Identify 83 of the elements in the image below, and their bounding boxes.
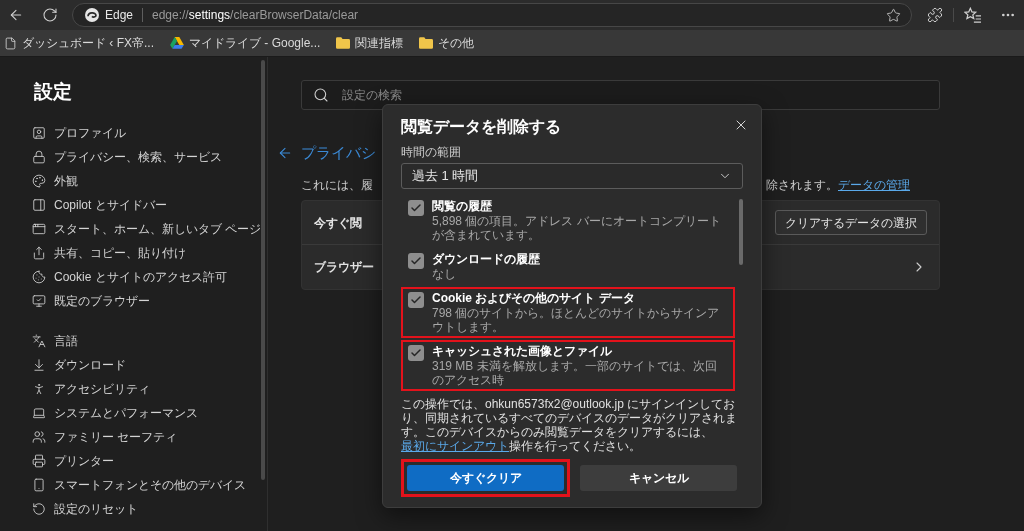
- check-icon: [410, 255, 422, 267]
- scrollbar-thumb[interactable]: [739, 199, 743, 265]
- check-icon: [410, 202, 422, 214]
- site-label: Edge: [104, 7, 133, 24]
- scrollbar-thumb[interactable]: [261, 60, 265, 480]
- download-icon: [32, 358, 46, 372]
- time-range-label: 時間の範囲: [401, 145, 461, 159]
- option-title: ダウンロードの履歴: [432, 252, 540, 267]
- sidebar-item[interactable]: 外観: [26, 169, 80, 193]
- check-icon: [410, 347, 422, 359]
- row-label: 今すぐ閲: [314, 214, 362, 232]
- row-label: ブラウザー: [314, 259, 374, 276]
- option-description: なし: [432, 267, 456, 281]
- manage-data-link[interactable]: データの管理: [838, 178, 910, 192]
- refresh-icon[interactable]: [42, 7, 58, 23]
- sidebar-item[interactable]: ダウンロード: [26, 353, 128, 377]
- share-icon: [32, 246, 46, 260]
- laptop-icon: [32, 406, 46, 420]
- sidebar-title: 設定: [34, 80, 72, 104]
- option-title: 閲覧の履歴: [432, 199, 492, 214]
- checkbox[interactable]: [408, 292, 424, 308]
- page-icon: [4, 36, 17, 50]
- monitor-check-icon: [32, 294, 46, 308]
- sidebar-item[interactable]: 共有、コピー、貼り付け: [26, 241, 188, 265]
- page-title: プライバシ: [301, 142, 376, 163]
- star-list-icon[interactable]: [964, 7, 983, 23]
- description-text: 除されます。データの管理: [766, 177, 910, 194]
- search-icon: [313, 87, 329, 103]
- option-description: 798 個のサイトから。ほとんどのサイトからサインアウトします。: [432, 306, 721, 334]
- person-icon: [32, 382, 46, 396]
- sidebar-item[interactable]: スマートフォンとその他のデバイス: [26, 473, 248, 497]
- star-icon[interactable]: [886, 7, 902, 23]
- puzzle-icon[interactable]: [927, 7, 944, 23]
- sidebar-item[interactable]: ファミリー セーフティ: [26, 425, 180, 449]
- back-arrow-icon[interactable]: [277, 145, 293, 161]
- option-title: キャッシュされた画像とファイル: [432, 344, 612, 359]
- user-square-icon: [32, 126, 46, 140]
- sidebar-item[interactable]: Cookie とサイトのアクセス許可: [26, 265, 229, 289]
- cancel-button[interactable]: キャンセル: [580, 465, 737, 491]
- dialog-title: 閲覧データを削除する: [401, 117, 561, 137]
- option-title: Cookie およびその他のサイト データ: [432, 291, 635, 306]
- check-icon: [410, 294, 422, 306]
- sidebar-item[interactable]: スタート、ホーム、新しいタブ ページ: [26, 217, 264, 241]
- people-icon: [32, 430, 46, 444]
- sidebar-item[interactable]: Copilot とサイドバー: [26, 193, 169, 217]
- sign-out-link[interactable]: 最初にサインアウト: [401, 439, 509, 453]
- sidebar-item[interactable]: プライバシー、検索、サービス: [26, 145, 224, 169]
- sidebar-item[interactable]: 設定のリセット: [26, 497, 140, 521]
- languages-icon: [32, 334, 46, 348]
- sidebar-item[interactable]: プロファイル: [26, 121, 128, 145]
- address-bar[interactable]: Edge edge://settings/clearBrowserData/clear: [71, 3, 913, 27]
- sidebar-item[interactable]: 既定のブラウザー: [26, 289, 152, 313]
- checkbox[interactable]: [408, 253, 424, 269]
- bookmark-item[interactable]: その他: [419, 34, 475, 52]
- checkbox[interactable]: [408, 200, 424, 216]
- side-panel-icon: [32, 198, 46, 212]
- cookie-icon: [32, 270, 46, 284]
- checkbox[interactable]: [408, 345, 424, 361]
- bookmark-item[interactable]: 関連指標: [336, 34, 404, 52]
- swirl-logo-icon: [84, 8, 99, 22]
- select-data-button[interactable]: クリアするデータの選択: [775, 210, 927, 235]
- bookmark-item[interactable]: ダッシュボード ‹ FX帝...: [4, 34, 154, 52]
- clear-now-button[interactable]: 今すぐクリア: [407, 465, 564, 491]
- sidebar-item[interactable]: アクセシビリティ: [26, 377, 152, 401]
- printer-icon: [32, 454, 46, 468]
- sidebar-item[interactable]: システムとパフォーマンス: [26, 401, 200, 425]
- notice-text: この操作では、ohkun6573fx2@outlook.jp にサインインしており、同期されているすべてのデバイスのデータがクリアされます。このデバイスからのみ閲覧データをクリアするには、 最初にサインアウト 操作を行ってください。: [401, 397, 738, 453]
- reset-icon: [32, 502, 46, 516]
- phone-icon: [32, 478, 46, 492]
- url-text: edge://settings/clearBrowserData/clear: [152, 7, 359, 24]
- folder-icon: [336, 37, 351, 49]
- sidebar-item[interactable]: プリンター: [26, 449, 116, 473]
- description-text: これには、履: [301, 177, 373, 194]
- option-description: 5,898 個の項目。アドレス バーにオートコンプリートが含まれています。: [432, 214, 722, 242]
- app-window-icon: [32, 222, 46, 236]
- triangle-logo-icon: [170, 37, 184, 49]
- time-range-select[interactable]: 過去 1 時間: [401, 163, 743, 189]
- sidebar-item[interactable]: 言語: [26, 329, 80, 353]
- lock-icon: [32, 150, 46, 164]
- option-description: 319 MB 未満を解放します。一部のサイトでは、次回のアクセス時: [432, 359, 718, 387]
- bookmark-item[interactable]: マイドライブ - Google...: [170, 34, 321, 52]
- palette-icon: [32, 174, 46, 188]
- folder-icon: [419, 37, 434, 49]
